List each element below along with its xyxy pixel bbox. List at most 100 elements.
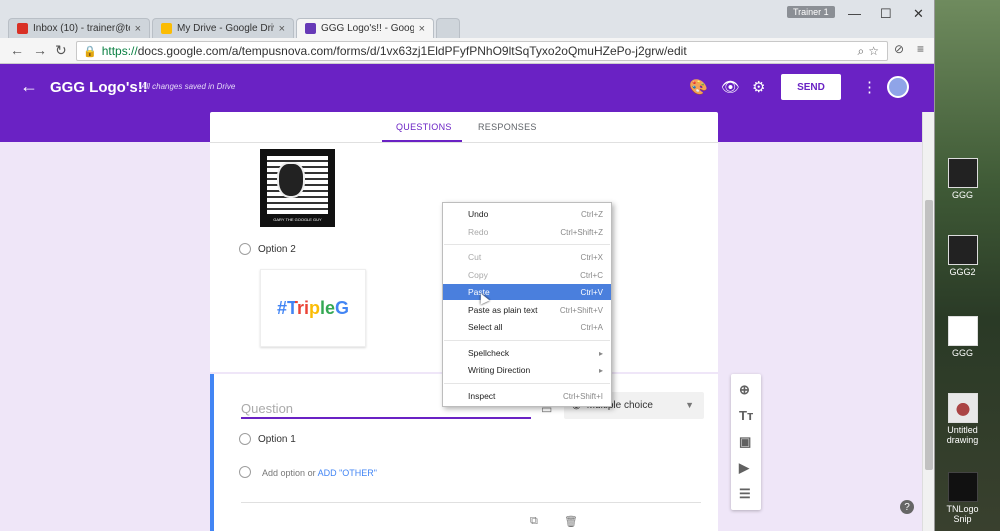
radio-option-1[interactable] [239,433,251,445]
menu-item-paste[interactable]: Paste Ctrl+V [443,284,611,300]
image-caption: GARY THE GOOGLE GUY [273,217,322,222]
palette-icon[interactable]: 🎨 [689,78,708,96]
image-thumbnail-icon [947,316,978,346]
menu-separator [444,383,610,384]
forward-icon[interactable]: → [33,42,47,58]
drive-icon [161,23,172,34]
menu-icon[interactable]: ≡ [917,42,924,56]
menu-shortcut: Ctrl+Z [581,209,603,219]
menu-item-undo[interactable]: Undo Ctrl+Z [443,206,611,222]
menu-item-label: Undo [468,209,489,219]
url-scheme: https:// [101,44,138,58]
option-image-ggg[interactable]: GARY THE GOOGLE GUY [260,149,335,227]
help-icon[interactable]: ? [900,500,914,514]
menu-item-spellcheck[interactable]: Spellcheck ▸ [443,345,611,361]
form-title[interactable]: GGG Logo's!! [50,79,148,96]
tab-title: Inbox (10) - trainer@temp [33,23,130,34]
option-image-triple-g[interactable]: #TripleG [260,269,366,347]
url-text: docs.google.com/a/tempusnova.com/forms/d… [137,44,687,58]
bookmark-star-icon[interactable]: ☆ [868,44,879,59]
tab-questions[interactable]: QUESTIONS [396,122,452,132]
menu-item-label: Select all [468,322,503,332]
delete-icon[interactable]: 🗑 [564,515,578,528]
add-video-icon[interactable]: ▶ [739,460,749,476]
desktop-icon-ggg2[interactable]: GGG2 [940,235,985,277]
menu-item-inspect[interactable]: Inspect Ctrl+Shift+I [443,388,611,404]
context-menu: Undo Ctrl+Z Redo Ctrl+Shift+Z Cut Ctrl+X… [442,202,612,407]
add-option-link[interactable]: Add option [262,468,305,478]
desktop-icon-ggg-triple[interactable]: GGG [940,316,985,358]
option-label[interactable]: Option 2 [258,244,296,255]
duplicate-icon[interactable]: ⧉ [530,515,538,528]
new-tab-button[interactable] [436,18,460,38]
desktop-icon-label: GGG [951,190,973,200]
image-thumbnail-icon [947,472,978,502]
close-icon[interactable]: × [135,23,141,35]
menu-item-copy[interactable]: Copy Ctrl+C [443,267,611,283]
portrait-graphic [277,162,305,198]
add-option-row: Add option or ADD "OTHER" [262,468,377,478]
add-other-link[interactable]: ADD "OTHER" [318,468,377,478]
menu-shortcut: Ctrl+C [580,270,603,280]
side-toolbar: ⊕ Tт ▣ ▶ ☰ [731,374,761,510]
forms-header: ← GGG Logo's!! All changes saved in Driv… [0,64,934,112]
add-title-icon[interactable]: Tт [739,408,753,423]
back-arrow-icon[interactable]: ← [20,76,38,97]
more-vert-icon[interactable]: ⋮ [862,78,877,96]
desktop-icon-tnlogo-snip[interactable]: TNLogo Snip [940,472,985,524]
avatar[interactable] [887,76,909,98]
settings-gear-icon[interactable]: ⚙ [752,78,765,96]
menu-item-paste-plain[interactable]: Paste as plain text Ctrl+Shift+V [443,302,611,318]
reload-icon[interactable]: ↻ [55,42,67,59]
window-close-icon[interactable]: ✕ [913,6,924,22]
menu-shortcut: Ctrl+Shift+Z [560,227,603,237]
page-scrollbar[interactable] [922,112,934,531]
drawing-thumbnail-icon [947,393,978,423]
tab-responses[interactable]: RESPONSES [478,122,537,132]
menu-item-label: Spellcheck [468,348,510,358]
maximize-icon[interactable]: ☐ [880,6,892,22]
send-button[interactable]: SEND [781,74,841,100]
menu-item-label: Paste as plain text [468,305,538,315]
menu-item-label: Copy [468,270,488,280]
desktop-icon-label: GGG2 [949,267,976,277]
divider [241,502,701,503]
close-icon[interactable]: × [419,23,425,35]
scrollbar-thumb[interactable] [925,200,933,470]
menu-item-cut[interactable]: Cut Ctrl+X [443,249,611,265]
profile-badge[interactable]: Trainer 1 [787,6,835,18]
tab-title: GGG Logo's!! - Google Fo [321,23,414,34]
address-bar[interactable]: 🔒 https://docs.google.com/a/tempusnova.c… [76,41,888,61]
desktop-icon-untitled-drawing[interactable]: Untitled drawing [940,393,985,445]
form-tabs: QUESTIONS RESPONSES [210,112,718,142]
lock-icon: 🔒 [83,45,97,58]
save-status: All changes saved in Drive [141,82,236,91]
menu-item-label: Cut [468,252,482,262]
menu-item-select-all[interactable]: Select all Ctrl+A [443,319,611,335]
dropdown-caret-icon: ▼ [685,400,694,410]
back-icon[interactable]: ← [10,42,24,58]
add-section-icon[interactable]: ☰ [739,486,751,502]
close-icon[interactable]: × [279,23,285,35]
or-text: or [307,468,316,478]
menu-shortcut: Ctrl+Shift+V [559,305,603,315]
menu-separator [444,244,610,245]
minimize-icon[interactable]: — [848,6,861,21]
radio-add-option [239,466,251,478]
tab-my-drive[interactable]: My Drive - Google Drive × [152,18,294,38]
menu-item-redo[interactable]: Redo Ctrl+Shift+Z [443,224,611,240]
tab-inbox[interactable]: Inbox (10) - trainer@temp × [8,18,150,38]
zoom-icon[interactable]: ⌕ [858,44,865,59]
option-1-label[interactable]: Option 1 [258,434,296,445]
tab-forms[interactable]: GGG Logo's!! - Google Fo × [296,18,434,38]
forms-icon [305,23,316,34]
browser-toolbar: ← → ↻ 🔒 https://docs.google.com/a/tempus… [0,38,934,64]
preview-eye-icon[interactable]: 👁 [721,78,740,96]
add-question-icon[interactable]: ⊕ [739,382,750,398]
add-image-icon[interactable]: ▣ [739,434,751,450]
extension-icon[interactable]: ⊘ [894,42,904,56]
menu-item-writing-direction[interactable]: Writing Direction ▸ [443,362,611,378]
tab-strip: Inbox (10) - trainer@temp × My Drive - G… [0,0,934,38]
desktop-icon-ggg[interactable]: GGG [940,158,985,200]
radio-option-2[interactable] [239,243,251,255]
